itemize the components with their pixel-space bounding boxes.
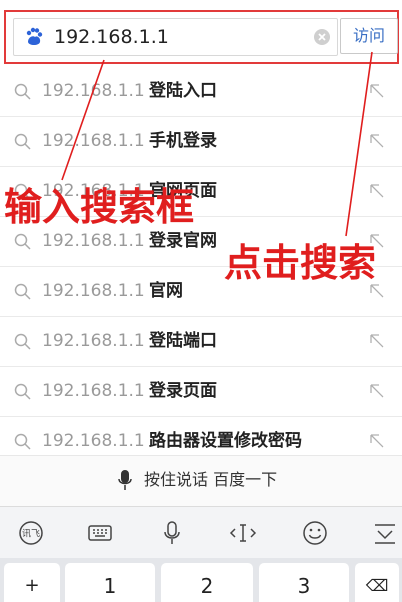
suggestion-suffix: 官网	[149, 281, 183, 301]
screen: 192.168.1.1 访问 192.168.1.1 登陆入口 192.168.1.…	[0, 0, 402, 602]
search-icon	[14, 233, 31, 250]
search-icon	[14, 383, 31, 400]
fill-query-arrow-icon[interactable]	[369, 133, 384, 148]
search-icon	[14, 433, 31, 450]
search-input-value: 192.168.1.1	[54, 26, 169, 48]
suggestion-ip: 192.168.1.1	[42, 331, 145, 351]
key-backspace[interactable]: ⌫	[355, 563, 399, 602]
suggestion-item[interactable]: 192.168.1.1 登录页面	[0, 367, 402, 417]
key-2[interactable]: 2	[161, 563, 253, 602]
suggestion-suffix: 登陆端口	[149, 331, 217, 351]
ime-logo-icon[interactable]: 讯飞	[17, 519, 45, 547]
keyboard-toolbar: 讯飞	[0, 506, 402, 559]
suggestion-ip: 192.168.1.1	[42, 81, 145, 101]
search-icon	[14, 283, 31, 300]
visit-button[interactable]: 访问	[340, 18, 398, 54]
suggestion-suffix: 路由器设置修改密码	[149, 431, 302, 451]
collapse-keyboard-icon[interactable]	[371, 519, 399, 547]
keyboard-keys: + 1 2 3 ⌫	[0, 558, 402, 602]
suggestion-ip: 192.168.1.1	[42, 281, 145, 301]
baidu-paw-icon	[26, 27, 43, 45]
key-1[interactable]: 1	[65, 563, 155, 602]
voice-search-label: 按住说话 百度一下	[144, 470, 278, 489]
suggestion-ip: 192.168.1.1	[42, 131, 145, 151]
fill-query-arrow-icon[interactable]	[369, 183, 384, 198]
suggestion-suffix: 登录页面	[149, 381, 217, 401]
microphone-icon	[118, 470, 132, 490]
suggestion-ip: 192.168.1.1	[42, 231, 145, 251]
voice-search-bar[interactable]: 按住说话 百度一下	[0, 455, 402, 506]
search-icon	[14, 133, 31, 150]
search-icon	[14, 83, 31, 100]
key-plus[interactable]: +	[4, 563, 60, 602]
suggestion-item[interactable]: 192.168.1.1 手机登录	[0, 117, 402, 167]
search-input[interactable]: 192.168.1.1	[13, 18, 338, 56]
suggestion-ip: 192.168.1.1	[42, 431, 145, 451]
key-3[interactable]: 3	[259, 563, 349, 602]
suggestion-suffix: 登陆入口	[149, 81, 217, 101]
fill-query-arrow-icon[interactable]	[369, 383, 384, 398]
suggestion-suffix: 登录官网	[149, 231, 217, 251]
clear-icon[interactable]	[313, 28, 331, 46]
keyboard-icon[interactable]	[86, 519, 114, 547]
cursor-move-icon[interactable]	[229, 519, 257, 547]
suggestion-suffix: 手机登录	[149, 131, 217, 151]
emoji-icon[interactable]	[301, 519, 329, 547]
suggestion-item[interactable]: 192.168.1.1 登陆端口	[0, 317, 402, 367]
fill-query-arrow-icon[interactable]	[369, 333, 384, 348]
fill-query-arrow-icon[interactable]	[369, 433, 384, 448]
annotation-search-label: 点击搜索	[224, 241, 377, 285]
voice-input-icon[interactable]	[158, 519, 186, 547]
annotation-input-label: 输入搜索框	[4, 185, 195, 229]
fill-query-arrow-icon[interactable]	[369, 83, 384, 98]
fill-query-arrow-icon[interactable]	[369, 283, 384, 298]
suggestion-item[interactable]: 192.168.1.1 登陆入口	[0, 67, 402, 117]
suggestion-ip: 192.168.1.1	[42, 381, 145, 401]
svg-text:讯飞: 讯飞	[22, 529, 40, 540]
search-icon	[14, 333, 31, 350]
